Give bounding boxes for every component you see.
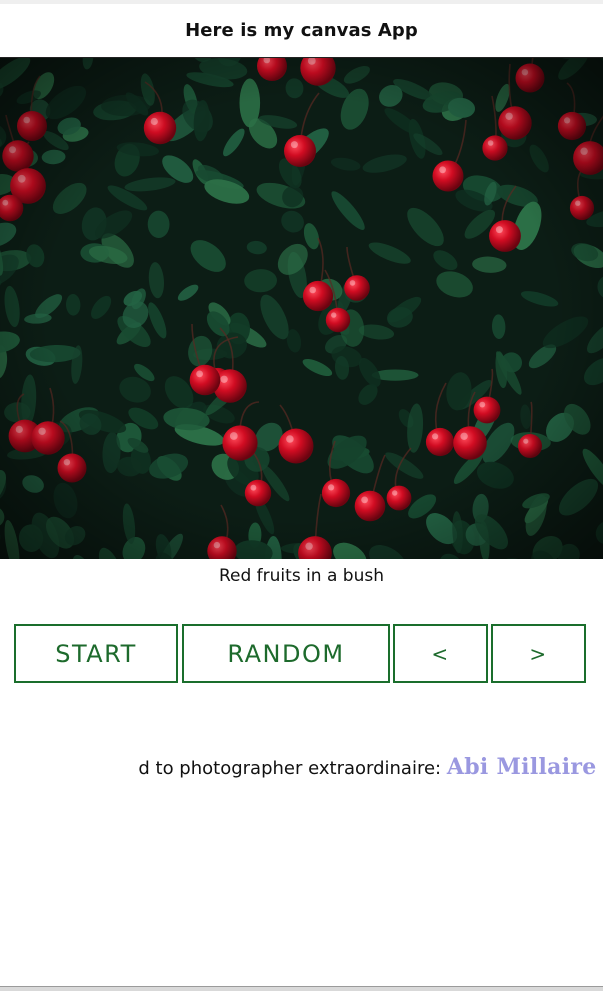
page-title: Here is my canvas App [185, 20, 418, 41]
berry-bush-image [0, 58, 603, 559]
photographer-link[interactable]: Abi Millaire (@parker.p [447, 754, 603, 780]
start-button[interactable]: START [14, 624, 178, 683]
previous-button[interactable]: < [393, 624, 488, 683]
slideshow-controls: START RANDOM < > [0, 624, 603, 683]
random-button[interactable]: RANDOM [182, 624, 390, 683]
photo-caption: Red fruits in a bush [218, 566, 385, 586]
photo-canvas [0, 58, 603, 559]
credit-text: d to photographer extraordinaire: [138, 758, 447, 779]
app-header: Here is my canvas App [0, 4, 603, 58]
page-bottom-border [0, 986, 603, 991]
next-button[interactable]: > [491, 624, 586, 683]
photo-credit: d to photographer extraordinaire: Abi Mi… [0, 754, 603, 788]
